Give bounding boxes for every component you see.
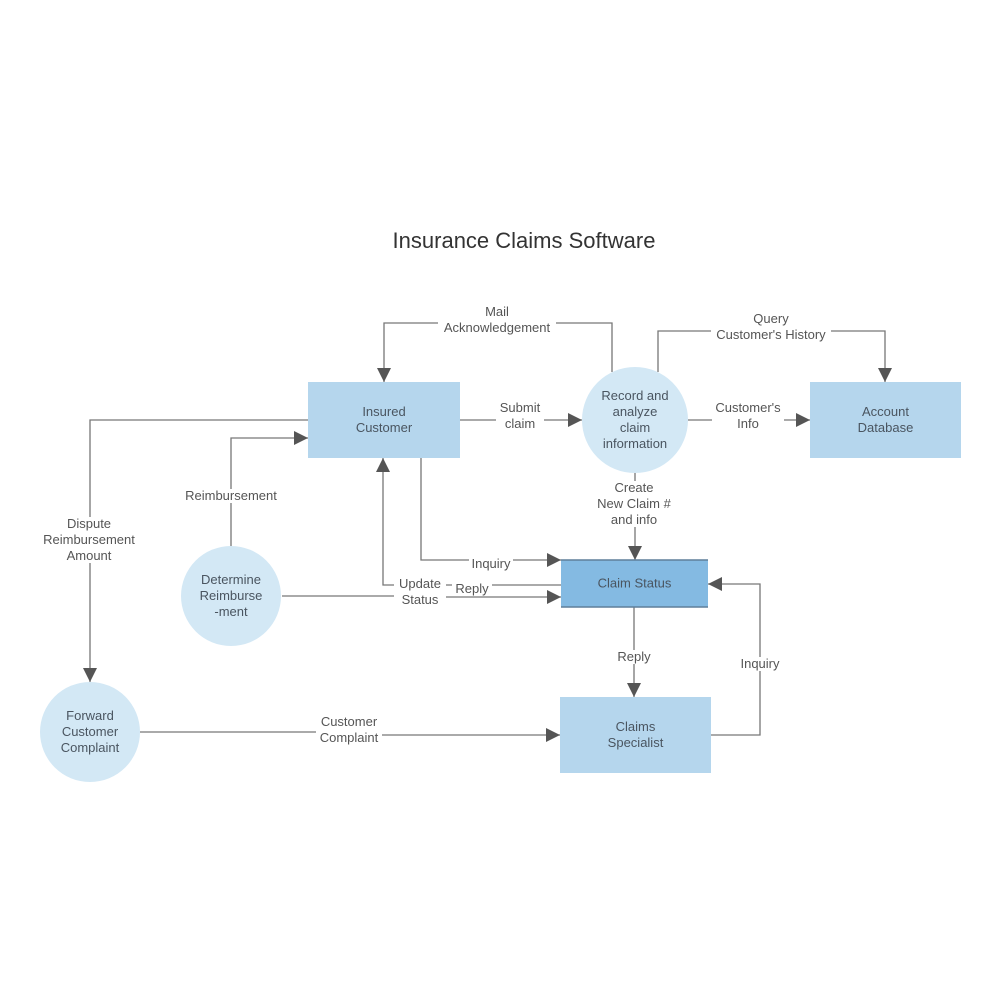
edge-inquiry-customer (420, 458, 561, 567)
node-label-line: Determine (201, 572, 261, 587)
edge-label-reimbursement: Reimbursement (179, 488, 283, 503)
edge-label-inquiry-specialist: Inquiry (737, 656, 783, 671)
node-insured-customer[interactable]: InsuredCustomer (308, 382, 460, 458)
node-forward-complaint[interactable]: ForwardCustomerComplaint (40, 682, 140, 782)
edge-label-line: Customer (321, 714, 378, 729)
edge-label-customers-info: Customer'sInfo (712, 400, 784, 431)
node-label-line: Record and (601, 388, 668, 403)
edge-label-reply-specialist: Reply (614, 649, 654, 664)
diagram-canvas: Insurance Claims Software InsuredCustome… (37, 228, 961, 782)
node-label-line: Specialist (608, 735, 664, 750)
node-account-database[interactable]: AccountDatabase (810, 382, 961, 458)
edge-label-line: Reimbursement (43, 532, 135, 547)
edge-label-line: Reply (455, 581, 489, 596)
edge-label-line: Inquiry (740, 656, 780, 671)
edge-label-reply-customer: Reply (452, 581, 492, 596)
edge-label-line: Inquiry (471, 556, 511, 571)
node-label-line: Account (862, 404, 909, 419)
edge-label-line: claim (505, 416, 535, 431)
node-label-line: -ment (214, 604, 248, 619)
edge-label-line: New Claim # (597, 496, 671, 511)
diagram-title: Insurance Claims Software (393, 228, 656, 253)
node-label-line: Reimburse (200, 588, 263, 603)
edge-label-update-status: UpdateStatus (394, 576, 446, 607)
node-label-line: information (603, 436, 667, 451)
node-label-line: Claim Status (598, 576, 672, 591)
node-record-analyze[interactable]: Record andanalyzeclaiminformation (582, 367, 688, 473)
edge-label-line: Submit (500, 400, 541, 415)
node-label-line: Claims (616, 719, 656, 734)
node-label-line: Customer (62, 724, 119, 739)
edges-layer (83, 322, 892, 742)
edge-label-line: Query (753, 311, 789, 326)
edge-label-line: Mail (485, 304, 509, 319)
edge-label-line: Reply (617, 649, 651, 664)
node-label-line: Complaint (61, 740, 120, 755)
node-determine-reimbursement[interactable]: DetermineReimburse-ment (181, 546, 281, 646)
node-claims-specialist[interactable]: ClaimsSpecialist (560, 697, 711, 773)
edge-label-dispute: DisputeReimbursementAmount (37, 516, 141, 563)
edge-label-submit-claim: Submitclaim (496, 400, 544, 431)
edge-label-create-claim: CreateNew Claim #and info (593, 480, 675, 527)
edge-label-mail-ack: MailAcknowledgement (438, 304, 556, 335)
edge-label-line: Reimbursement (185, 488, 277, 503)
node-label-line: Database (858, 420, 914, 435)
edge-line (420, 458, 561, 567)
node-label-line: Insured (362, 404, 405, 419)
edge-label-inquiry-customer: Inquiry (469, 556, 513, 571)
node-label-line: claim (620, 420, 650, 435)
edge-label-line: Amount (67, 548, 112, 563)
edge-label-line: Info (737, 416, 759, 431)
edge-label-line: Customer's History (716, 327, 826, 342)
edge-label-line: Acknowledgement (444, 320, 551, 335)
edge-label-line: Update (399, 576, 441, 591)
edge-label-line: and info (611, 512, 657, 527)
edge-label-line: Create (614, 480, 653, 495)
edge-label-line: Dispute (67, 516, 111, 531)
node-label-line: Customer (356, 420, 413, 435)
node-label-line: Forward (66, 708, 114, 723)
edge-label-customer-complaint: CustomerComplaint (316, 714, 382, 745)
node-claim-status[interactable]: Claim Status (561, 559, 708, 608)
edge-label-line: Status (402, 592, 439, 607)
edge-label-line: Customer's (715, 400, 781, 415)
edge-label-query-history: QueryCustomer's History (711, 311, 831, 342)
edge-label-line: Complaint (320, 730, 379, 745)
node-label-line: analyze (613, 404, 658, 419)
edge-labels-layer: MailAcknowledgementSubmitclaimQueryCusto… (37, 304, 831, 745)
